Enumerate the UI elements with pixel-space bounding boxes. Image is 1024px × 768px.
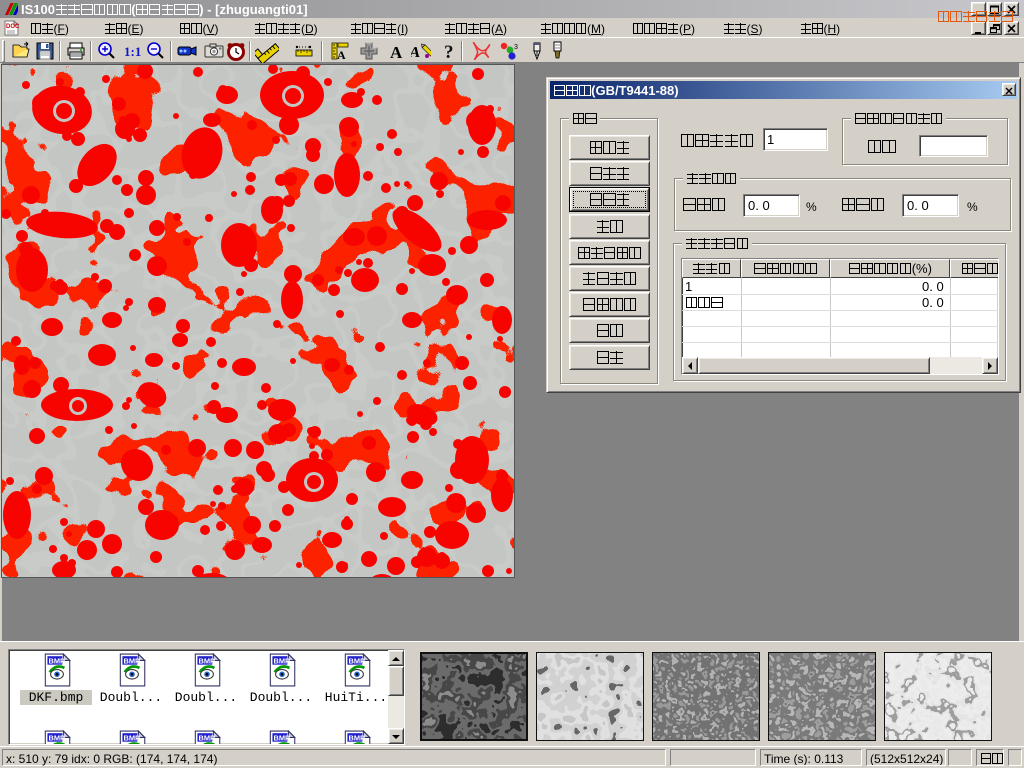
svg-text:1:1: 1:1 (124, 44, 141, 59)
svg-text:DOC: DOC (6, 24, 19, 30)
svg-text:?: ? (444, 42, 454, 61)
svg-text:3: 3 (514, 44, 518, 51)
svg-text:A: A (411, 45, 421, 61)
svg-text:A: A (337, 48, 346, 61)
svg-text:A: A (390, 43, 403, 61)
